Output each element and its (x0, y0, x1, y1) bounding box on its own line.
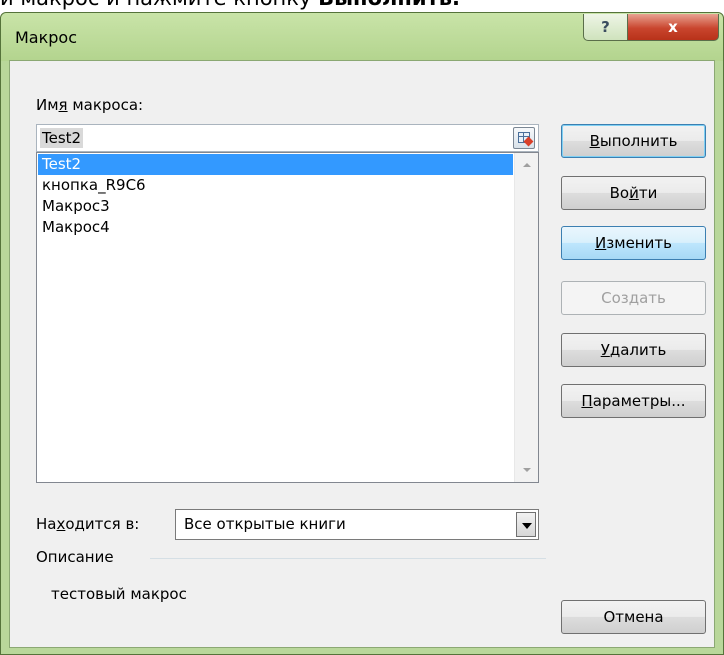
delete-button[interactable]: Удалить (561, 333, 706, 367)
macro-dialog: Макрос ? x Имя макроса: Test2 Test2 кноп… (0, 12, 724, 655)
macro-name-value: Test2 (40, 128, 84, 148)
location-select[interactable]: Все открытые книги (175, 509, 539, 540)
dialog-client-area: Имя макроса: Test2 Test2 кнопка_R9C6 Мак… (9, 60, 715, 648)
list-item[interactable]: Макрос4 (38, 217, 513, 238)
run-button[interactable]: Выполнить (561, 124, 706, 158)
macro-name-label: Имя макроса: (36, 96, 144, 114)
title-bar: Макрос ? x (1, 13, 723, 61)
scroll-down-icon[interactable] (523, 468, 531, 472)
help-icon: ? (601, 18, 610, 36)
description-divider (150, 558, 546, 559)
list-item[interactable]: Test2 (38, 154, 513, 175)
scroll-up-icon[interactable] (523, 163, 531, 167)
window-title: Макрос (15, 28, 78, 47)
help-button[interactable]: ? (583, 14, 628, 41)
macro-name-input[interactable]: Test2 (36, 124, 539, 152)
location-value: Все открытые книги (184, 515, 346, 533)
cancel-button[interactable]: Отмена (561, 600, 706, 634)
location-label: Находится в: (36, 515, 140, 533)
chevron-down-icon[interactable] (516, 512, 536, 537)
edit-button[interactable]: Изменить (561, 226, 706, 260)
options-button[interactable]: Параметры... (561, 384, 706, 418)
list-item[interactable]: Макрос3 (38, 196, 513, 217)
description-text: тестовый макрос (51, 585, 187, 603)
collapse-dialog-icon[interactable] (513, 127, 535, 149)
macro-list[interactable]: Test2 кнопка_R9C6 Макрос3 Макрос4 (36, 152, 539, 483)
list-scrollbar[interactable] (514, 153, 538, 482)
description-label: Описание (36, 548, 114, 566)
step-into-button[interactable]: Войти (561, 176, 706, 210)
create-button[interactable]: Создать (561, 281, 706, 315)
close-icon: x (668, 18, 678, 36)
list-item[interactable]: кнопка_R9C6 (38, 175, 513, 196)
close-button[interactable]: x (627, 14, 719, 41)
